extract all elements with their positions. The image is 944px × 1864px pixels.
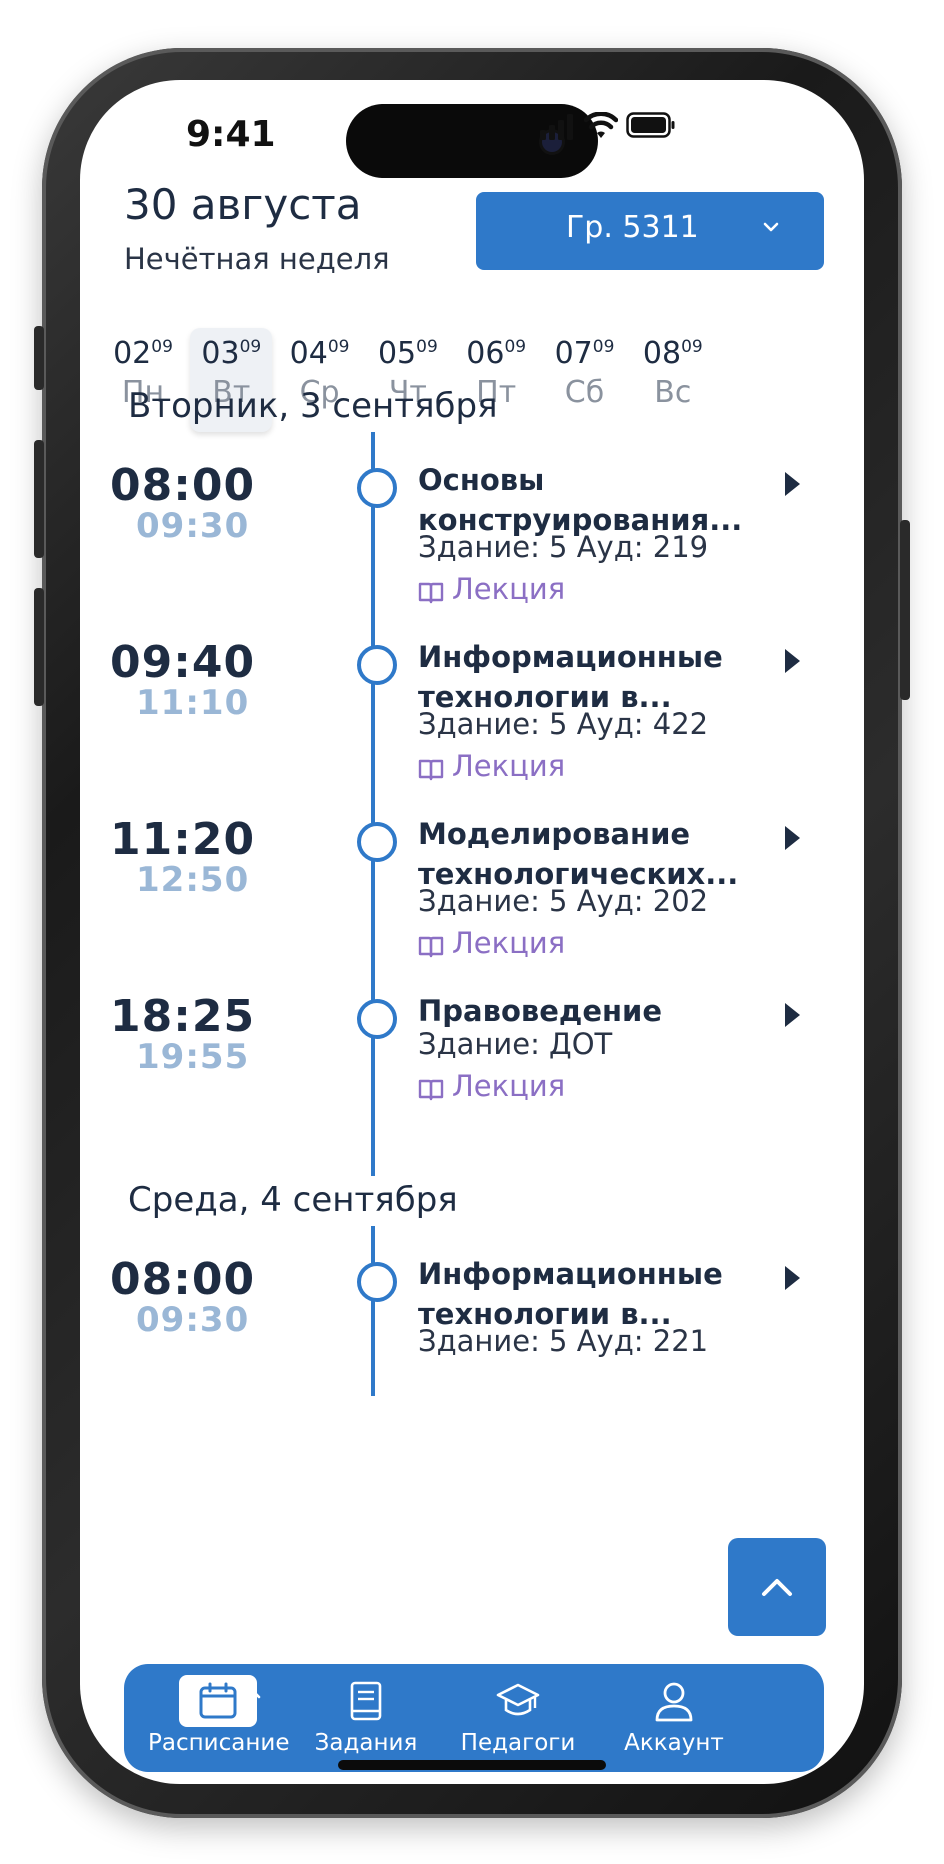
week-day-5[interactable]: 0709 Сб	[544, 328, 626, 432]
current-date: 30 августа	[124, 180, 362, 229]
book-open-icon	[418, 582, 444, 604]
chevron-down-icon	[763, 222, 779, 232]
lesson-start-time: 11:20	[110, 814, 256, 865]
play-arrow-icon[interactable]	[780, 645, 804, 677]
side-button-volume-down	[34, 588, 44, 706]
lesson-item[interactable]: 08:00 09:30 Основы конструирования... Здание…	[80, 460, 864, 660]
play-arrow-icon[interactable]	[780, 468, 804, 500]
subject-line: Информационные	[418, 640, 723, 674]
day-heading: Среда, 4 сентября	[128, 1180, 458, 1220]
nav-item-account[interactable]: Аккаунт	[604, 1672, 744, 1756]
screen: 9:41 30 августа Нечётная неделя Гр. 5311…	[80, 80, 864, 1784]
lesson-type-label: Лекция	[452, 572, 566, 606]
lesson-subject: Информационные технологии в...	[418, 1254, 778, 1334]
timeline-dot	[357, 822, 397, 862]
lesson-type: Лекция	[418, 749, 565, 783]
lesson-start-time: 18:25	[110, 991, 256, 1042]
lesson-room: Здание: 5 Ауд: 422	[418, 707, 709, 741]
lesson-end-time: 09:30	[136, 1300, 250, 1340]
lesson-type: Лекция	[418, 572, 565, 606]
home-indicator	[338, 1760, 606, 1770]
nav-item-teachers[interactable]: Педагоги	[450, 1672, 586, 1756]
timeline-dot	[357, 645, 397, 685]
lesson-end-time: 09:30	[136, 506, 250, 546]
user-icon	[655, 1682, 693, 1722]
week-type-label: Нечётная неделя	[124, 242, 390, 276]
play-arrow-icon[interactable]	[780, 999, 804, 1031]
status-time: 9:41	[186, 114, 276, 155]
lesson-room: Здание: 5 Ауд: 221	[418, 1324, 709, 1358]
day-number: 0709	[554, 336, 615, 371]
timeline-dot	[357, 999, 397, 1039]
book-open-icon	[418, 1079, 444, 1101]
subject-line: Основы	[418, 463, 545, 497]
lesson-start-time: 08:00	[110, 460, 256, 511]
battery-icon	[626, 112, 675, 138]
day-name: Сб	[564, 375, 605, 410]
lesson-room: Здание: ДОТ	[418, 1027, 613, 1061]
group-label: Гр. 5311	[566, 210, 699, 245]
book-open-icon	[418, 936, 444, 958]
day-number: 0509	[377, 336, 438, 371]
day-heading: Вторник, 3 сентября	[128, 386, 498, 426]
lesson-subject: Правоведение	[418, 991, 778, 1031]
day-number: 0209	[113, 336, 173, 371]
lesson-type: Лекция	[418, 1069, 565, 1103]
day-number: 0609	[466, 336, 527, 371]
book-open-icon	[418, 759, 444, 781]
lesson-type-label: Лекция	[452, 1069, 566, 1103]
scroll-top-button[interactable]	[728, 1538, 826, 1636]
week-day-6[interactable]: 0809 Вс	[632, 328, 714, 432]
lesson-subject: Информационные технологии в...	[418, 637, 778, 717]
nav-label: Педагоги	[460, 1730, 576, 1756]
lesson-item[interactable]: 09:40 11:10 Информационные технологии в... З…	[80, 637, 864, 837]
lesson-type-label: Лекция	[452, 926, 566, 960]
nav-label: Расписание	[148, 1730, 290, 1756]
chevron-up-icon	[762, 1579, 792, 1596]
chevron-up-icon[interactable]	[240, 1684, 264, 1704]
lesson-type-label: Лекция	[452, 749, 566, 783]
lesson-room: Здание: 5 Ауд: 202	[418, 884, 709, 918]
nav-item-schedule[interactable]: Расписание	[148, 1672, 290, 1756]
signal-icon	[540, 114, 573, 140]
nav-label: Задания	[314, 1730, 418, 1756]
side-button-action	[34, 326, 44, 390]
lesson-item[interactable]: 08:00 09:30 Информационные технологии в... З…	[80, 1254, 864, 1454]
lesson-end-time: 19:55	[136, 1037, 250, 1077]
nav-label: Аккаунт	[624, 1730, 724, 1756]
subject-line: Моделирование	[418, 817, 691, 851]
play-arrow-icon[interactable]	[780, 1262, 804, 1294]
lesson-room: Здание: 5 Ауд: 219	[418, 530, 709, 564]
nav-item-tasks[interactable]: Задания	[304, 1672, 428, 1756]
lesson-subject: Основы конструирования...	[418, 460, 778, 540]
book-icon	[350, 1681, 382, 1721]
lesson-item[interactable]: 18:25 19:55 Правоведение Здание: ДОТ Лекция	[80, 991, 864, 1191]
lesson-end-time: 12:50	[136, 860, 250, 900]
group-selector-button[interactable]: Гр. 5311	[476, 192, 824, 270]
graduation-cap-icon	[496, 1683, 540, 1716]
side-button-power	[900, 520, 910, 700]
side-button-volume-up	[34, 440, 44, 558]
lesson-subject: Моделирование технологических...	[418, 814, 778, 894]
timeline-dot	[357, 468, 397, 508]
bottom-nav: Расписание Задания Педагоги Аккаунт	[124, 1664, 824, 1772]
play-arrow-icon[interactable]	[780, 822, 804, 854]
subject-line: Правоведение	[418, 994, 663, 1028]
lesson-end-time: 11:10	[136, 683, 250, 723]
day-number: 0409	[289, 336, 350, 371]
subject-line: Информационные	[418, 1257, 723, 1291]
wifi-icon	[584, 112, 618, 138]
lesson-type: Лекция	[418, 926, 565, 960]
lesson-start-time: 08:00	[110, 1254, 256, 1305]
timeline-dot	[357, 1262, 397, 1302]
day-name: Вс	[654, 375, 692, 410]
day-number: 0809	[642, 336, 703, 371]
lesson-item[interactable]: 11:20 12:50 Моделирование технологических..…	[80, 814, 864, 1014]
day-number: 0309	[201, 336, 262, 371]
lesson-start-time: 09:40	[110, 637, 256, 688]
